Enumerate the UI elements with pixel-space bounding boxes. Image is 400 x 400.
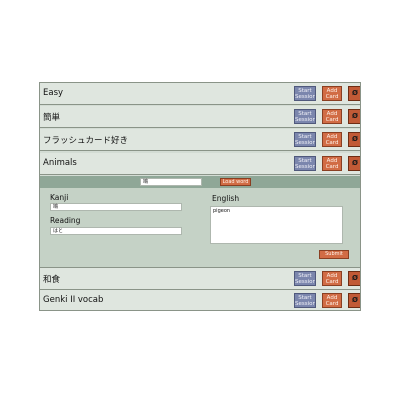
kanji-input[interactable]: 鳩 xyxy=(50,203,182,211)
add-card-button[interactable]: Add Card xyxy=(322,132,342,147)
deck-row: フラッシュカード好き Start Session Add Card Ø xyxy=(40,129,360,151)
submit-button[interactable]: Submit xyxy=(319,250,349,259)
kanji-label: Kanji xyxy=(50,193,69,202)
start-session-button[interactable]: Start Session xyxy=(294,132,316,147)
start-session-button[interactable]: Start Session xyxy=(294,271,316,286)
deck-row: 簡単 Start Session Add Card Ø xyxy=(40,106,360,128)
load-word-button[interactable]: Load word xyxy=(220,178,251,186)
start-session-button[interactable]: Start Session xyxy=(294,86,316,101)
start-session-button[interactable]: Start Session xyxy=(294,156,316,171)
reading-label: Reading xyxy=(50,216,81,225)
delete-deck-button[interactable]: Ø xyxy=(348,86,360,101)
deck-row: Easy Start Session Add Card Ø xyxy=(40,83,360,105)
delete-deck-button[interactable]: Ø xyxy=(348,293,360,308)
add-card-button[interactable]: Add Card xyxy=(322,156,342,171)
add-card-button[interactable]: Add Card xyxy=(322,271,342,286)
add-card-button[interactable]: Add Card xyxy=(322,293,342,308)
deck-row: Genki II vocab Start Session Add Card Ø xyxy=(40,290,360,310)
deck-row: 和食 Start Session Add Card Ø xyxy=(40,268,360,290)
deck-list-panel: Easy Start Session Add Card Ø 簡単 Start S… xyxy=(39,82,361,311)
deck-name: Easy xyxy=(43,88,64,98)
word-lookup-input[interactable]: 鳩 xyxy=(140,178,202,186)
add-card-button[interactable]: Add Card xyxy=(322,109,342,124)
english-label: English xyxy=(212,194,240,203)
add-card-form: 鳩 Load word Kanji 鳩 Reading はと English p… xyxy=(40,176,360,268)
deck-name: 簡単 xyxy=(43,113,61,123)
delete-deck-button[interactable]: Ø xyxy=(348,109,360,124)
word-lookup-bar: 鳩 Load word xyxy=(40,176,360,188)
delete-deck-button[interactable]: Ø xyxy=(348,271,360,286)
delete-deck-button[interactable]: Ø xyxy=(348,132,360,147)
start-session-button[interactable]: Start Session xyxy=(294,109,316,124)
deck-row: Animals Start Session Add Card Ø xyxy=(40,153,360,175)
add-card-button[interactable]: Add Card xyxy=(322,86,342,101)
deck-name: Genki II vocab xyxy=(43,295,104,305)
deck-name: フラッシュカード好き xyxy=(43,136,129,146)
deck-name: Animals xyxy=(43,158,77,168)
deck-name: 和食 xyxy=(43,275,61,285)
reading-input[interactable]: はと xyxy=(50,227,182,235)
start-session-button[interactable]: Start Session xyxy=(294,293,316,308)
delete-deck-button[interactable]: Ø xyxy=(348,156,360,171)
english-textarea[interactable]: pigeon xyxy=(210,206,343,244)
